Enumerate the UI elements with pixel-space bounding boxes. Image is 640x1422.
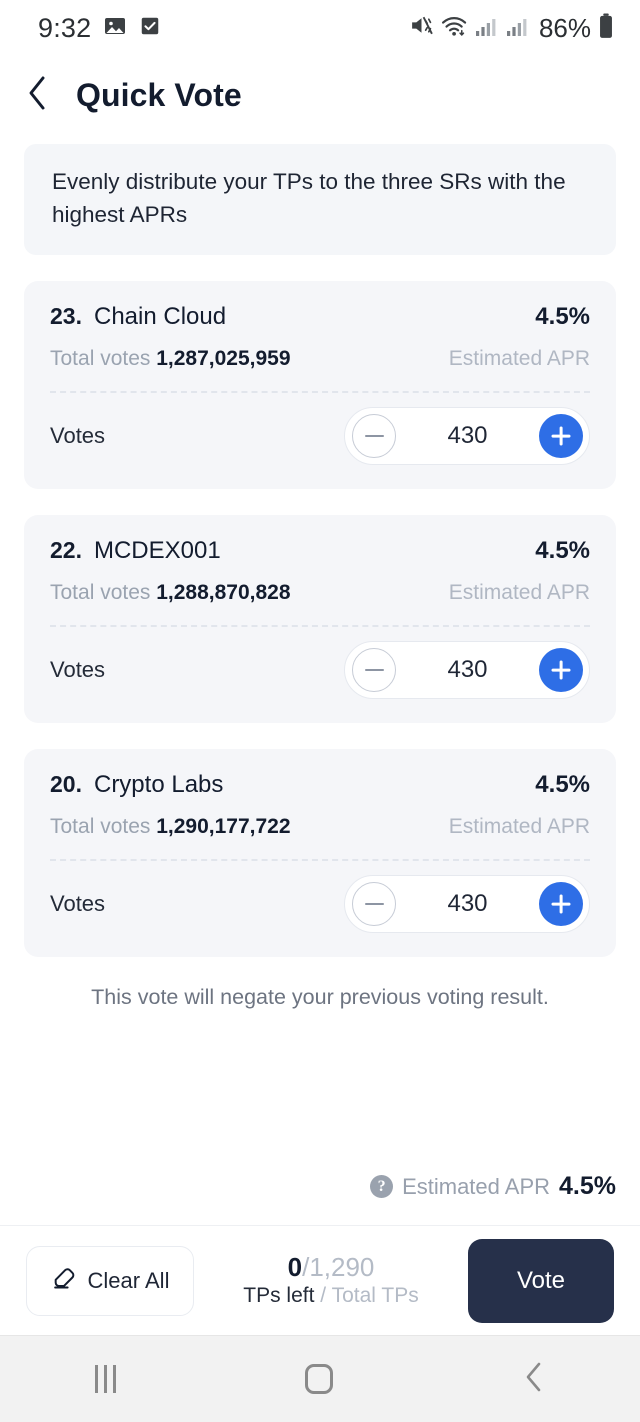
question-mark-icon[interactable]: ?	[370, 1175, 394, 1198]
page-title: Quick Vote	[76, 76, 242, 113]
vote-notice: This vote will negate your previous voti…	[91, 985, 549, 1010]
estimated-apr-label: Estimated APR	[402, 1173, 551, 1199]
sr-rank: 20.	[50, 771, 82, 798]
signal-icon	[475, 15, 499, 42]
back-button[interactable]	[20, 75, 54, 115]
total-votes-label: Total votes	[50, 815, 151, 839]
votes-stepper[interactable]: 430	[344, 641, 590, 700]
sr-total-votes: Total votes 1,290,177,722	[50, 815, 291, 839]
estimated-apr-summary: ? Estimated APR 4.5%	[370, 1172, 616, 1201]
sr-card-header: 20. Crypto Labs 4.5%	[50, 771, 590, 799]
total-votes-value: 1,288,870,828	[156, 581, 291, 605]
sr-identity: 20. Crypto Labs	[50, 771, 223, 799]
status-bar-left: 9:32	[38, 13, 161, 44]
votes-label: Votes	[50, 891, 106, 917]
clear-all-label: Clear All	[87, 1267, 170, 1293]
sr-card-stats: Total votes 1,290,177,722 Estimated APR	[50, 815, 590, 859]
sr-name: Chain Cloud	[93, 303, 227, 331]
tp-counter: 0/1,290 TPs left / Total TPs	[208, 1251, 454, 1309]
sr-apr-label: Estimated APR	[448, 815, 590, 839]
estimated-apr-value: 4.5%	[559, 1172, 616, 1200]
eraser-icon	[51, 1264, 78, 1297]
sr-apr-value: 4.5%	[535, 537, 590, 565]
sr-apr-label: Estimated APR	[448, 347, 590, 371]
wifi-icon	[441, 13, 468, 43]
status-time: 9:32	[38, 12, 92, 43]
main-content: Evenly distribute your TPs to the three …	[0, 134, 640, 1225]
sr-rank: 22.	[50, 537, 82, 564]
status-bar: 9:32 86%	[0, 0, 640, 56]
sr-card[interactable]: 22. MCDEX001 4.5% Total votes 1,288,870,…	[24, 515, 616, 724]
clear-all-button[interactable]: Clear All	[26, 1245, 194, 1316]
sr-card[interactable]: 23. Chain Cloud 4.5% Total votes 1,287,0…	[24, 281, 616, 490]
sr-total-votes: Total votes 1,288,870,828	[50, 581, 291, 605]
card-divider	[50, 625, 590, 628]
info-banner: Evenly distribute your TPs to the three …	[24, 144, 616, 256]
sr-apr-value: 4.5%	[535, 303, 590, 331]
votes-label: Votes	[50, 423, 106, 449]
votes-stepper[interactable]: 430	[344, 875, 590, 934]
card-divider	[50, 859, 590, 862]
android-nav-bar	[0, 1335, 640, 1422]
minus-icon[interactable]	[352, 648, 396, 693]
status-bar-right: 86%	[409, 13, 614, 44]
sr-vote-row: Votes 430	[50, 641, 590, 705]
sr-card-header: 22. MCDEX001 4.5%	[50, 537, 590, 565]
sr-apr-label: Estimated APR	[448, 581, 590, 605]
battery-percent: 86%	[538, 12, 591, 43]
tp-caption: TPs left / Total TPs	[208, 1284, 454, 1308]
tps-total-value: 1,290	[309, 1251, 375, 1282]
plus-icon[interactable]	[538, 414, 583, 459]
recents-icon[interactable]	[94, 1365, 116, 1393]
page-header: Quick Vote	[0, 56, 640, 134]
tps-left-caption: TPs left	[243, 1284, 315, 1308]
votes-value[interactable]: 430	[447, 890, 487, 918]
battery-icon	[598, 13, 614, 44]
total-votes-value: 1,287,025,959	[156, 347, 291, 371]
mute-icon	[409, 13, 434, 43]
back-chevron-icon[interactable]	[523, 1361, 545, 1398]
sr-name: MCDEX001	[93, 537, 221, 565]
sr-card-stats: Total votes 1,288,870,828 Estimated APR	[50, 581, 590, 625]
plus-icon[interactable]	[538, 648, 583, 693]
total-votes-label: Total votes	[50, 347, 151, 371]
home-icon[interactable]	[305, 1364, 334, 1394]
sr-identity: 23. Chain Cloud	[50, 303, 226, 331]
sr-rank: 23.	[50, 303, 82, 330]
votes-value[interactable]: 430	[447, 656, 487, 684]
plus-icon[interactable]	[538, 882, 583, 927]
sr-vote-row: Votes 430	[50, 407, 590, 471]
minus-icon[interactable]	[352, 882, 396, 927]
signal-icon	[506, 15, 530, 42]
sr-apr-value: 4.5%	[535, 771, 590, 799]
sr-vote-row: Votes 430	[50, 875, 590, 939]
checkbox-icon	[139, 15, 161, 42]
card-divider	[50, 391, 590, 394]
sr-name: Crypto Labs	[93, 771, 224, 799]
sr-card-stats: Total votes 1,287,025,959 Estimated APR	[50, 347, 590, 391]
votes-value[interactable]: 430	[447, 422, 487, 450]
total-votes-value: 1,290,177,722	[156, 815, 291, 839]
votes-stepper[interactable]: 430	[344, 407, 590, 466]
total-votes-label: Total votes	[50, 581, 151, 605]
tp-numbers: 0/1,290	[208, 1251, 454, 1283]
vote-button[interactable]: Vote	[468, 1238, 614, 1323]
chevron-left-icon	[25, 74, 49, 117]
tps-left-value: 0	[287, 1251, 303, 1282]
votes-label: Votes	[50, 657, 106, 683]
sr-identity: 22. MCDEX001	[50, 537, 221, 565]
tps-total-caption: / Total TPs	[314, 1284, 419, 1308]
image-icon	[103, 14, 127, 43]
sr-card-header: 23. Chain Cloud 4.5%	[50, 303, 590, 331]
minus-icon[interactable]	[352, 414, 396, 459]
action-bar: Clear All 0/1,290 TPs left / Total TPs V…	[0, 1225, 640, 1335]
sr-card[interactable]: 20. Crypto Labs 4.5% Total votes 1,290,1…	[24, 749, 616, 958]
sr-total-votes: Total votes 1,287,025,959	[50, 347, 291, 371]
